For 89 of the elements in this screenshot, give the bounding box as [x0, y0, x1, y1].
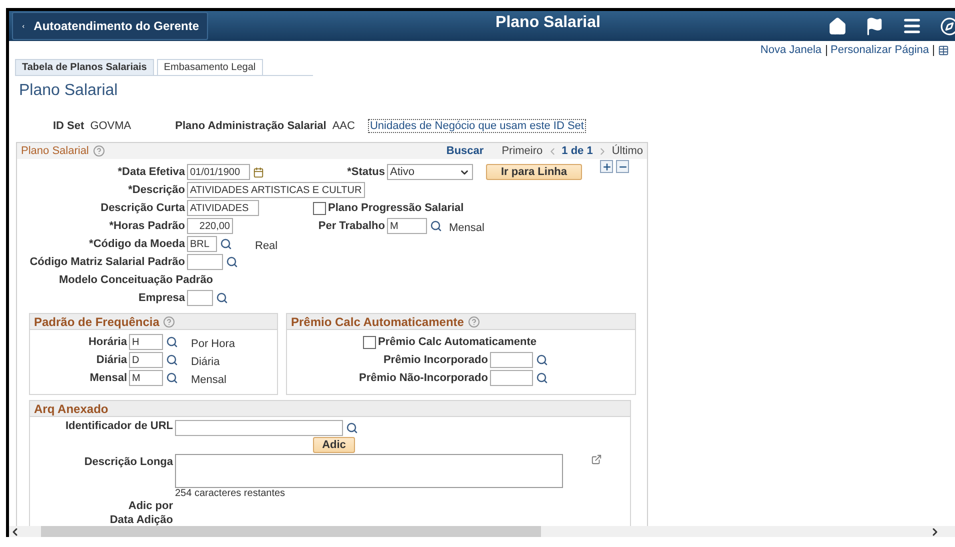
- search-icon[interactable]: [166, 372, 178, 384]
- panel-title: Prêmio Calc Automaticamente: [291, 314, 464, 328]
- back-button[interactable]: Autoatendimento do Gerente: [12, 12, 208, 40]
- field-label: Plano Administração Salarial: [175, 120, 326, 132]
- url-field[interactable]: [175, 420, 343, 436]
- text-field[interactable]: ATIVIDADES ARTISTICAS E CULTUR: [187, 182, 365, 198]
- field-label: Descrição Longa: [83, 456, 174, 468]
- number-field[interactable]: 220,00: [187, 218, 233, 234]
- expand-icon[interactable]: [591, 454, 602, 465]
- search-icon[interactable]: [430, 220, 442, 232]
- remaining-characters: 254 caracteres restantes: [175, 488, 286, 499]
- field-description: Mensal: [449, 222, 484, 234]
- business-units-link[interactable]: Unidades de Negócio que usam este ID Set: [368, 119, 586, 133]
- last-label: Último: [612, 145, 643, 157]
- field-label: Prêmio Não-Incorporado: [358, 372, 489, 384]
- add-row-button[interactable]: [600, 160, 613, 173]
- lookup-field[interactable]: M: [129, 370, 163, 386]
- search-icon[interactable]: [166, 354, 178, 366]
- search-icon[interactable]: [226, 256, 238, 268]
- field-label: Mensal: [88, 372, 128, 384]
- search-icon[interactable]: [346, 422, 358, 434]
- tab[interactable]: Embasamento Legal: [156, 59, 263, 75]
- help-icon[interactable]: [92, 145, 105, 157]
- field-description: Por Hora: [191, 338, 236, 350]
- header-link[interactable]: Nova Janela: [760, 44, 822, 56]
- field-label: *Horas Padrão: [108, 220, 186, 232]
- home-icon[interactable]: [828, 16, 847, 36]
- checkbox-label: Plano Progressão Salarial: [328, 202, 464, 214]
- date-field[interactable]: 01/01/1900: [187, 164, 250, 180]
- field-value: GOVMA: [90, 120, 132, 132]
- header-link[interactable]: Personalizar Página: [830, 44, 929, 56]
- field-label: Identificador de URL: [64, 420, 174, 432]
- field-label: ID Set: [53, 120, 84, 132]
- add-button[interactable]: Adic: [313, 437, 355, 453]
- field-label: Código Matriz Salarial Padrão: [28, 256, 186, 268]
- field-label: Diária: [95, 354, 128, 366]
- field-description: Real: [255, 240, 278, 252]
- field-label: *Status: [346, 166, 386, 178]
- lookup-field[interactable]: BRL: [187, 236, 217, 252]
- panel-title: Padrão de Frequência: [34, 314, 160, 328]
- lookup-field[interactable]: [490, 352, 533, 368]
- search-icon[interactable]: [220, 238, 232, 250]
- field-label: Adic por: [127, 500, 174, 512]
- field-label: *Código da Moeda: [88, 238, 186, 250]
- status-select[interactable]: Ativo: [387, 164, 473, 180]
- field-description: Mensal: [191, 374, 226, 386]
- lookup-field[interactable]: M: [387, 218, 427, 234]
- field-label: *Data Efetiva: [116, 166, 186, 178]
- plus-icon: [602, 162, 612, 172]
- page-header-title: Plano Salarial: [494, 14, 602, 32]
- panel-title: Arq Anexado: [34, 402, 108, 416]
- go-to-row-button[interactable]: Ir para Linha: [486, 164, 582, 180]
- field-description: Diária: [191, 356, 220, 368]
- row-count: 1 de 1: [562, 145, 593, 157]
- compass-icon[interactable]: [940, 16, 955, 36]
- search-icon[interactable]: [536, 372, 548, 384]
- lookup-field[interactable]: H: [129, 334, 163, 350]
- search-icon[interactable]: [536, 354, 548, 366]
- checkbox[interactable]: [313, 202, 326, 214]
- field-label: Data Adição: [108, 514, 174, 526]
- search-icon[interactable]: [216, 292, 228, 304]
- field-label: Empresa: [138, 292, 186, 304]
- field-label: Prêmio Incorporado: [382, 354, 489, 366]
- calendar-icon[interactable]: [253, 166, 264, 178]
- table-icon[interactable]: [938, 44, 949, 56]
- checkbox-label: Prêmio Calc Automaticamente: [378, 336, 537, 348]
- field-label: Descrição Curta: [100, 202, 186, 214]
- lookup-field[interactable]: D: [129, 352, 163, 368]
- checkbox[interactable]: [363, 336, 376, 348]
- find-link[interactable]: Buscar: [446, 145, 484, 157]
- lookup-field[interactable]: [187, 254, 223, 270]
- field-value: AAC: [332, 120, 355, 132]
- delete-row-button[interactable]: [616, 160, 629, 173]
- search-icon[interactable]: [166, 336, 178, 348]
- lookup-field[interactable]: [187, 290, 213, 306]
- lookup-field[interactable]: [490, 370, 533, 386]
- tab[interactable]: Tabela de Planos Salariais: [15, 59, 154, 75]
- page-title: Plano Salarial: [19, 82, 119, 101]
- long-description-field[interactable]: [175, 454, 563, 488]
- flag-icon[interactable]: [865, 16, 884, 36]
- field-label: Horária: [87, 336, 128, 348]
- menu-icon[interactable]: [902, 16, 922, 36]
- section-label: Modelo Conceituação Padrão: [58, 274, 214, 286]
- first-label: Primeiro: [502, 145, 543, 157]
- panel-title: Plano Salarial: [21, 145, 89, 157]
- horizontal-scrollbar[interactable]: [9, 526, 955, 537]
- field-label: *Descrição: [127, 184, 186, 196]
- text-field[interactable]: ATIVIDADES: [187, 200, 259, 216]
- field-label: Per Trabalho: [317, 220, 386, 232]
